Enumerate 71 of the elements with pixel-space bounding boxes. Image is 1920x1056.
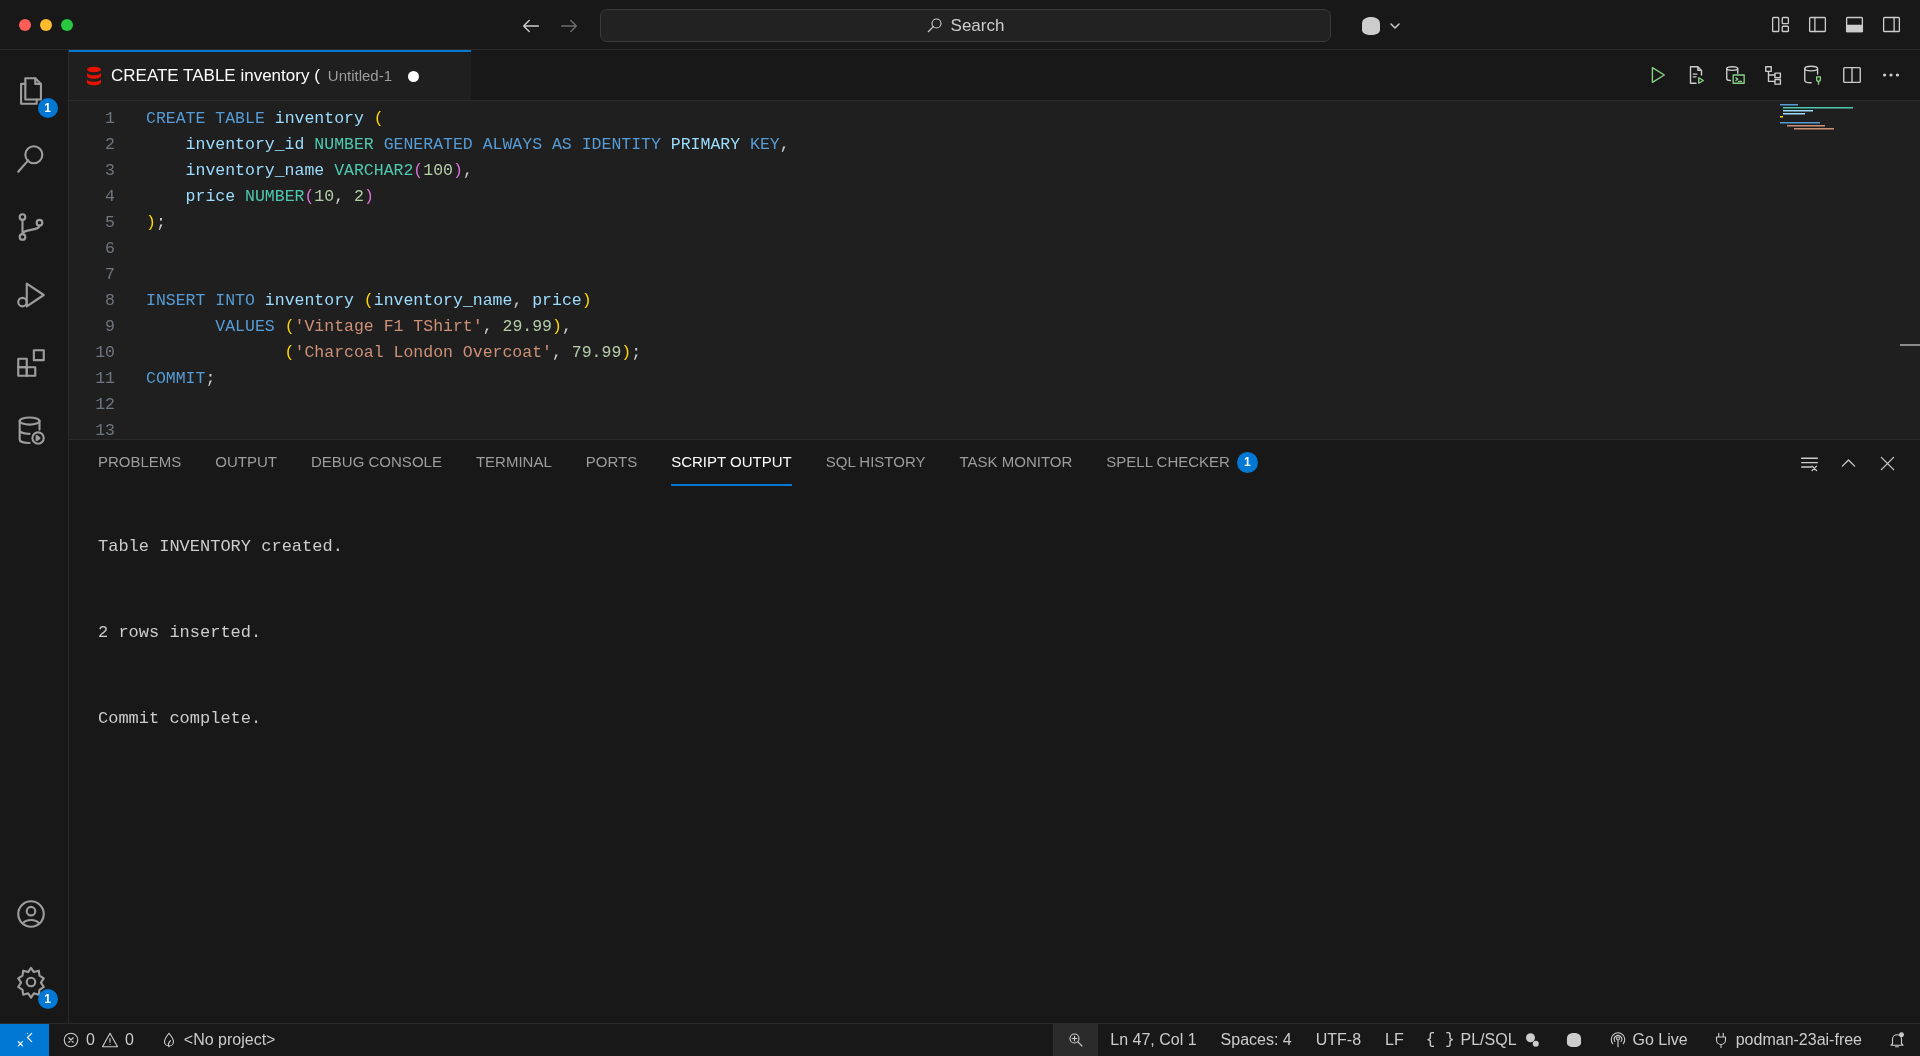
panel-tab[interactable]: SCRIPT OUTPUT xyxy=(671,440,792,486)
panel-tab[interactable]: SQL HISTORY xyxy=(825,440,926,486)
account-icon[interactable] xyxy=(14,897,48,931)
code-line: inventory_name VARCHAR2(100), xyxy=(184,159,473,182)
panel-tab[interactable]: OUTPUT xyxy=(215,440,278,486)
code-line: CREATE TABLE inventory ( xyxy=(146,107,384,130)
line-number: 12 xyxy=(94,393,115,416)
code-line: ); xyxy=(146,211,166,234)
close-window-button[interactable] xyxy=(19,18,31,31)
panel-tab[interactable]: TERMINAL xyxy=(475,440,552,486)
code-line: ('Charcoal London Overcoat', 79.99); xyxy=(283,341,642,364)
code-line: COMMIT; xyxy=(146,367,216,390)
warning-icon xyxy=(100,1031,119,1049)
layout-icon[interactable] xyxy=(1770,14,1791,35)
line-number: 5 xyxy=(104,211,115,234)
panel-tab[interactable]: PORTS xyxy=(585,440,638,486)
output-line: Commit complete. xyxy=(98,708,263,729)
tab-title: CREATE TABLE inventory ( xyxy=(111,65,320,88)
braces-icon: { } xyxy=(1425,1028,1455,1052)
go-live-button[interactable]: Go Live xyxy=(1596,1024,1700,1056)
line-number: 11 xyxy=(94,367,115,390)
database-terminal-icon[interactable] xyxy=(1724,64,1746,86)
database-icon xyxy=(85,66,103,86)
split-editor-icon[interactable] xyxy=(1841,64,1863,86)
badge-count: 1 xyxy=(37,989,58,1009)
panel-tab[interactable]: PROBLEMS xyxy=(98,440,182,486)
code-line: VALUES ('Vintage F1 TShirt', 29.99), xyxy=(214,315,572,338)
broadcast-icon xyxy=(1608,1031,1627,1049)
problems-status[interactable]: 0 0 xyxy=(53,1024,143,1056)
panel-bottom-icon[interactable] xyxy=(1844,14,1865,35)
error-icon xyxy=(62,1031,80,1049)
cursor-position-status[interactable]: Ln 47, Col 1 xyxy=(1098,1024,1209,1056)
extensions-icon[interactable] xyxy=(14,346,48,380)
sidebar-left-icon[interactable] xyxy=(1807,14,1828,35)
panel-tab[interactable]: SPELL CHECKER 1 xyxy=(1106,440,1258,486)
connection-status[interactable]: podman-23ai-free xyxy=(1699,1024,1874,1056)
scroll-marker xyxy=(1900,344,1920,346)
badge-count: 1 xyxy=(1236,451,1258,473)
zoom-button[interactable] xyxy=(1053,1024,1099,1056)
project-status[interactable]: <No project> xyxy=(150,1024,285,1056)
line-number: 9 xyxy=(104,315,115,338)
line-number: 2 xyxy=(104,133,115,156)
panel-tab[interactable]: DEBUG CONSOLE xyxy=(311,440,442,486)
search-field[interactable]: Search xyxy=(600,9,1331,42)
code-line: INSERT INTO inventory (inventory_name, price) xyxy=(146,289,592,312)
output-line: Table INVENTORY created. xyxy=(98,536,344,557)
line-number: 8 xyxy=(104,289,115,312)
code-line: price NUMBER(10, 2) xyxy=(184,185,374,208)
line-number: 6 xyxy=(104,237,115,260)
editor-tab[interactable]: CREATE TABLE inventory ( Untitled-1 xyxy=(69,50,471,100)
line-number: 4 xyxy=(104,185,115,208)
line-number: 13 xyxy=(94,419,115,439)
line-number: 7 xyxy=(104,263,115,286)
zoom-window-button[interactable] xyxy=(61,18,73,31)
line-number: 10 xyxy=(94,341,115,364)
database-plug-icon[interactable] xyxy=(1802,64,1824,86)
search-icon xyxy=(926,16,944,34)
language-status[interactable]: { } PL/SQL xyxy=(1415,1024,1551,1056)
code-line: inventory_id NUMBER GENERATED ALWAYS AS IDENTITY PRIMARY KEY, xyxy=(184,133,790,156)
encoding-status[interactable]: UTF-8 xyxy=(1303,1024,1374,1056)
tab-description: Untitled-1 xyxy=(327,65,392,86)
zoom-in-icon xyxy=(1066,1031,1085,1049)
line-number: 1 xyxy=(104,107,115,130)
minimize-window-button[interactable] xyxy=(40,18,52,31)
indentation-status[interactable]: Spaces: 4 xyxy=(1208,1024,1304,1056)
panel-tab[interactable]: TASK MONITOR xyxy=(959,440,1073,486)
line-number: 3 xyxy=(104,159,115,182)
sidebar-right-icon[interactable] xyxy=(1881,14,1902,35)
badge-count: 1 xyxy=(37,98,58,118)
output-line: 2 rows inserted. xyxy=(98,622,263,643)
line-ending-status[interactable]: LF xyxy=(1373,1024,1416,1056)
